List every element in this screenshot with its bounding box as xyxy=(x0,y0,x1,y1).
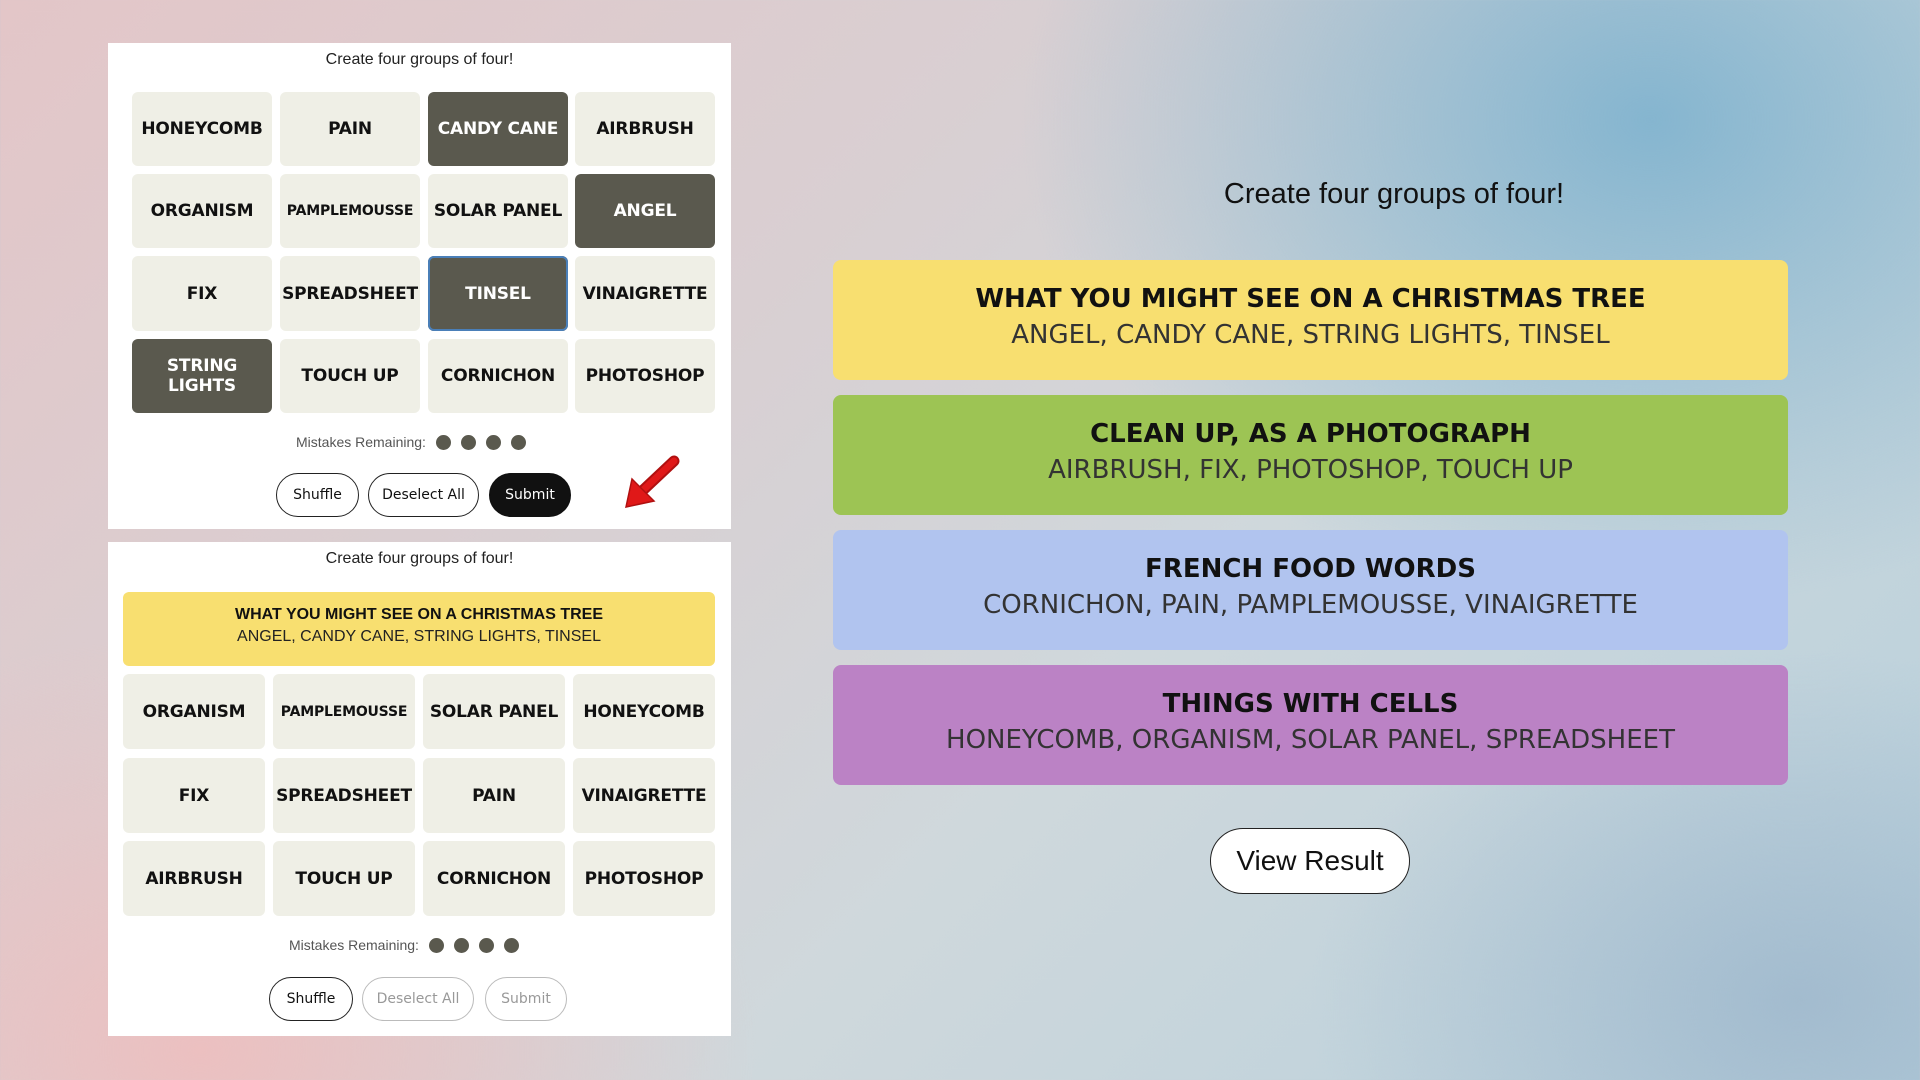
tile-airbrush[interactable]: AIRBRUSH xyxy=(575,92,715,166)
tile-angel[interactable]: ANGEL xyxy=(575,174,715,248)
group-words: CORNICHON, PAIN, PAMPLEMOUSSE, VINAIGRET… xyxy=(983,590,1638,620)
results-title: Create four groups of four! xyxy=(1223,178,1565,210)
tile-string-lights[interactable]: STRING LIGHTS xyxy=(132,339,272,413)
tile-solar-panel[interactable]: SOLAR PANEL xyxy=(423,674,565,749)
shuffle-button[interactable]: Shuffle xyxy=(276,473,359,517)
group-category: CLEAN UP, AS A PHOTOGRAPH xyxy=(1090,419,1531,449)
group-green: CLEAN UP, AS A PHOTOGRAPH AIRBRUSH, FIX,… xyxy=(833,395,1788,515)
mistake-dot xyxy=(510,434,526,450)
mistake-dot xyxy=(453,937,469,953)
game-panel-before-submit: Create four groups of four! HONEYCOMB PA… xyxy=(108,43,731,529)
tile-pain[interactable]: PAIN xyxy=(280,92,420,166)
tile-fix[interactable]: FIX xyxy=(132,256,272,331)
shuffle-button[interactable]: Shuffle xyxy=(269,977,353,1021)
deselect-all-button[interactable]: Deselect All xyxy=(368,473,479,517)
mistake-dot xyxy=(460,434,476,450)
group-category: FRENCH FOOD WORDS xyxy=(1145,554,1476,584)
tile-touch-up[interactable]: TOUCH UP xyxy=(273,841,415,916)
tile-honeycomb[interactable]: HONEYCOMB xyxy=(573,674,715,749)
view-result-button[interactable]: View Result xyxy=(1210,828,1410,894)
group-words: AIRBRUSH, FIX, PHOTOSHOP, TOUCH UP xyxy=(1048,455,1573,485)
panel-title: Create four groups of four! xyxy=(325,51,514,68)
tile-airbrush[interactable]: AIRBRUSH xyxy=(123,841,265,916)
deselect-all-button[interactable]: Deselect All xyxy=(362,977,474,1021)
tile-cornichon[interactable]: CORNICHON xyxy=(423,841,565,916)
tile-honeycomb[interactable]: HONEYCOMB xyxy=(132,92,272,166)
group-blue: FRENCH FOOD WORDS CORNICHON, PAIN, PAMPL… xyxy=(833,530,1788,650)
mistake-dot xyxy=(503,937,519,953)
mistakes-label: Mistakes Remaining: xyxy=(296,434,426,450)
tile-organism[interactable]: ORGANISM xyxy=(132,174,272,248)
tile-spreadsheet[interactable]: SPREADSHEET xyxy=(280,256,420,331)
mistake-dot xyxy=(428,937,444,953)
tile-pamplemousse[interactable]: PAMPLEMOUSSE xyxy=(280,174,420,248)
solved-group-yellow: WHAT YOU MIGHT SEE ON A CHRISTMAS TREE A… xyxy=(123,592,715,666)
tile-candy-cane[interactable]: CANDY CANE xyxy=(428,92,568,166)
tile-touch-up[interactable]: TOUCH UP xyxy=(280,339,420,413)
tile-vinaigrette[interactable]: VINAIGRETTE xyxy=(573,758,715,833)
tile-fix[interactable]: FIX xyxy=(123,758,265,833)
group-yellow: WHAT YOU MIGHT SEE ON A CHRISTMAS TREE A… xyxy=(833,260,1788,380)
tile-solar-panel[interactable]: SOLAR PANEL xyxy=(428,174,568,248)
game-panel-after-submit: Create four groups of four! WHAT YOU MIG… xyxy=(108,542,731,1036)
group-category: THINGS WITH CELLS xyxy=(1162,689,1459,719)
group-words: HONEYCOMB, ORGANISM, SOLAR PANEL, SPREAD… xyxy=(946,725,1675,755)
tile-vinaigrette[interactable]: VINAIGRETTE xyxy=(575,256,715,331)
solved-words: ANGEL, CANDY CANE, STRING LIGHTS, TINSEL xyxy=(237,628,601,645)
submit-button[interactable]: Submit xyxy=(489,473,571,517)
mistakes-remaining: Mistakes Remaining: xyxy=(289,937,519,953)
mistake-dot xyxy=(435,434,451,450)
tile-tinsel[interactable]: TINSEL xyxy=(428,256,568,331)
tile-pain[interactable]: PAIN xyxy=(423,758,565,833)
panel-title: Create four groups of four! xyxy=(325,550,514,567)
submit-button[interactable]: Submit xyxy=(485,977,567,1021)
tile-photoshop[interactable]: PHOTOSHOP xyxy=(575,339,715,413)
tile-photoshop[interactable]: PHOTOSHOP xyxy=(573,841,715,916)
tile-pamplemousse[interactable]: PAMPLEMOUSSE xyxy=(273,674,415,749)
red-arrow-icon xyxy=(625,455,680,508)
mistakes-label: Mistakes Remaining: xyxy=(289,937,419,953)
mistake-dot xyxy=(478,937,494,953)
group-purple: THINGS WITH CELLS HONEYCOMB, ORGANISM, S… xyxy=(833,665,1788,785)
group-words: ANGEL, CANDY CANE, STRING LIGHTS, TINSEL xyxy=(1011,320,1610,350)
tile-spreadsheet[interactable]: SPREADSHEET xyxy=(273,758,415,833)
mistakes-remaining: Mistakes Remaining: xyxy=(296,434,526,450)
mistake-dot xyxy=(485,434,501,450)
solved-category: WHAT YOU MIGHT SEE ON A CHRISTMAS TREE xyxy=(234,606,603,623)
group-category: WHAT YOU MIGHT SEE ON A CHRISTMAS TREE xyxy=(975,284,1646,314)
tile-cornichon[interactable]: CORNICHON xyxy=(428,339,568,413)
tile-organism[interactable]: ORGANISM xyxy=(123,674,265,749)
